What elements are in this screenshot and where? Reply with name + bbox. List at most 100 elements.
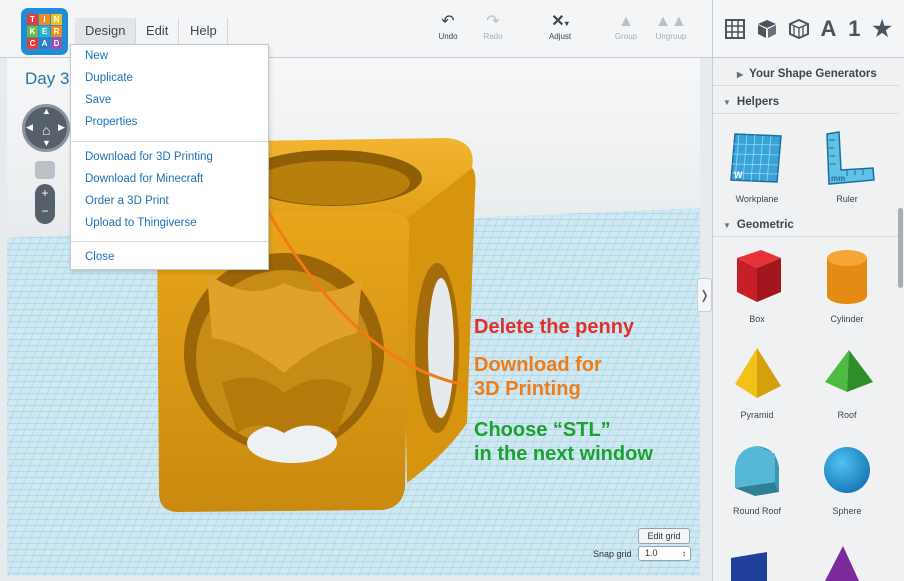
number-icon[interactable]: 1 xyxy=(848,16,860,42)
sidebar-scrollbar[interactable] xyxy=(898,208,903,288)
section-geometric[interactable]: ▼ Geometric xyxy=(713,213,899,237)
instruction-delete-penny: Delete the penny xyxy=(474,316,635,338)
fit-view-button[interactable] xyxy=(35,161,55,179)
menu-item-order-3d-print[interactable]: Order a 3D Print xyxy=(85,195,169,207)
round-roof-shape-icon xyxy=(735,446,779,496)
menu-item-properties[interactable]: Properties xyxy=(85,116,137,128)
logo-letter: I xyxy=(39,14,50,25)
shape-label: Box xyxy=(749,314,765,324)
logo-letter: A xyxy=(39,38,50,49)
tinkercad-logo[interactable]: T I N K E R C A D xyxy=(21,8,68,55)
workplane-icon: W xyxy=(730,133,782,183)
menu-item-upload-thingiverse[interactable]: Upload to Thingiverse xyxy=(85,217,197,229)
shape-cylinder[interactable]: Cylinder xyxy=(807,246,887,326)
redo-button[interactable]: ↷ Redo xyxy=(471,13,515,42)
group-icon: ▲ xyxy=(618,13,634,30)
undo-button[interactable]: ↶ Undo xyxy=(426,14,470,42)
ungroup-label: Ungroup xyxy=(655,32,687,41)
collapse-icon: ▼ xyxy=(723,221,731,230)
pan-down-icon[interactable]: ▼ xyxy=(42,138,51,148)
menu-item-download-minecraft[interactable]: Download for Minecraft xyxy=(85,173,203,185)
snap-grid-label: Snap grid xyxy=(593,549,632,559)
text-icon[interactable]: A xyxy=(820,16,836,42)
star-icon[interactable]: ★ xyxy=(872,16,892,42)
redo-icon: ↷ xyxy=(486,13,500,30)
logo-letter: D xyxy=(51,38,62,49)
shape-ruler[interactable]: mm Ruler xyxy=(807,128,887,208)
logo-letter: K xyxy=(27,26,38,37)
logo-letter: T xyxy=(27,14,38,25)
zoom-in-icon[interactable]: + xyxy=(35,184,55,202)
svg-text:W: W xyxy=(734,170,743,180)
project-title[interactable]: Day 3 xyxy=(25,69,69,89)
shape-label: Ruler xyxy=(836,194,858,204)
pyramid-shape-icon xyxy=(735,348,781,398)
zoom-out-icon[interactable]: − xyxy=(35,202,55,220)
adjust-label: Adjust xyxy=(548,32,572,41)
shapes-sidebar: ▶ Your Shape Generators ▼ Helpers W Workpl… xyxy=(712,58,904,581)
shape-partial-blue[interactable] xyxy=(727,548,771,581)
collapse-sidebar-button[interactable]: ❭ xyxy=(697,278,712,312)
zoom-control[interactable]: + − xyxy=(35,184,55,224)
shape-label: Round Roof xyxy=(732,506,782,516)
roof-shape-icon xyxy=(825,350,873,392)
ruler-icon: mm xyxy=(826,131,875,185)
design-dropdown-menu: New Duplicate Save Properties Download f… xyxy=(70,44,269,270)
pan-left-icon[interactable]: ◀ xyxy=(26,122,33,133)
shape-workplane[interactable]: W Workplane xyxy=(717,128,797,208)
shape-box[interactable]: Box xyxy=(717,246,797,326)
instruction-download: Download for 3D Printing xyxy=(474,353,602,401)
section-label: Geometric xyxy=(736,219,794,231)
section-label: Your Shape Generators xyxy=(749,68,877,80)
instruction-line: 3D Printing xyxy=(474,378,581,400)
adjust-icon: ✕▾ xyxy=(551,13,569,30)
group-label: Group xyxy=(614,32,638,41)
shape-round-roof[interactable]: Round Roof xyxy=(717,438,797,518)
view-navigation-pad[interactable]: ▲ ▼ ◀ ▶ ⌂ xyxy=(22,104,70,152)
logo-letter: C xyxy=(27,38,38,49)
section-shape-generators[interactable]: ▶ Your Shape Generators xyxy=(713,62,899,86)
snap-grid-select[interactable]: 1.0 ↕ xyxy=(638,546,691,561)
shape-label: Pyramid xyxy=(740,410,774,420)
home-view-icon[interactable]: ⌂ xyxy=(42,122,50,138)
box-view-icon[interactable] xyxy=(757,19,777,39)
grid-view-icon[interactable] xyxy=(724,19,745,39)
expand-icon: ▶ xyxy=(737,70,744,79)
group-button[interactable]: ▲ Group xyxy=(604,13,648,42)
wireframe-icon[interactable] xyxy=(788,19,809,39)
shape-sphere[interactable]: Sphere xyxy=(807,438,887,518)
shape-pyramid[interactable]: Pyramid xyxy=(717,342,797,422)
view-icons-bar: A 1 ★ xyxy=(712,0,904,58)
instruction-line: Choose “STL” xyxy=(474,419,611,441)
section-label: Helpers xyxy=(736,96,780,108)
svg-text:mm: mm xyxy=(831,174,845,183)
menu-help[interactable]: Help xyxy=(180,18,228,44)
shape-roof[interactable]: Roof xyxy=(807,342,887,422)
menu-item-close[interactable]: Close xyxy=(85,251,114,263)
menu-divider xyxy=(71,141,268,142)
logo-letter: E xyxy=(39,26,50,37)
shape-label: Cylinder xyxy=(830,314,864,324)
menu-item-download-3d-printing[interactable]: Download for 3D Printing xyxy=(85,151,213,163)
undo-label: Undo xyxy=(438,32,458,41)
redo-label: Redo xyxy=(483,32,503,41)
snap-grid-value: 1.0 xyxy=(645,548,658,558)
collapse-icon: ▼ xyxy=(723,98,731,107)
menu-item-new[interactable]: New xyxy=(85,50,108,62)
pan-up-icon[interactable]: ▲ xyxy=(42,106,51,116)
menu-edit[interactable]: Edit xyxy=(136,18,180,44)
cylinder-shape-icon xyxy=(827,250,867,304)
section-helpers[interactable]: ▼ Helpers xyxy=(713,90,899,114)
menu-item-save[interactable]: Save xyxy=(85,94,111,106)
menu-design[interactable]: Design xyxy=(75,18,137,44)
ungroup-button[interactable]: ▲▲ Ungroup xyxy=(649,14,693,42)
edit-grid-button[interactable]: Edit grid xyxy=(638,528,690,544)
box-shape-icon xyxy=(737,250,781,302)
adjust-button[interactable]: ✕▾ Adjust xyxy=(538,13,582,42)
logo-letter: N xyxy=(51,14,62,25)
pan-right-icon[interactable]: ▶ xyxy=(58,122,65,133)
instruction-choose-stl: Choose “STL” in the next window xyxy=(474,418,653,466)
menu-item-duplicate[interactable]: Duplicate xyxy=(85,72,133,84)
shape-partial-purple[interactable] xyxy=(819,544,863,581)
logo-letter: R xyxy=(51,26,62,37)
